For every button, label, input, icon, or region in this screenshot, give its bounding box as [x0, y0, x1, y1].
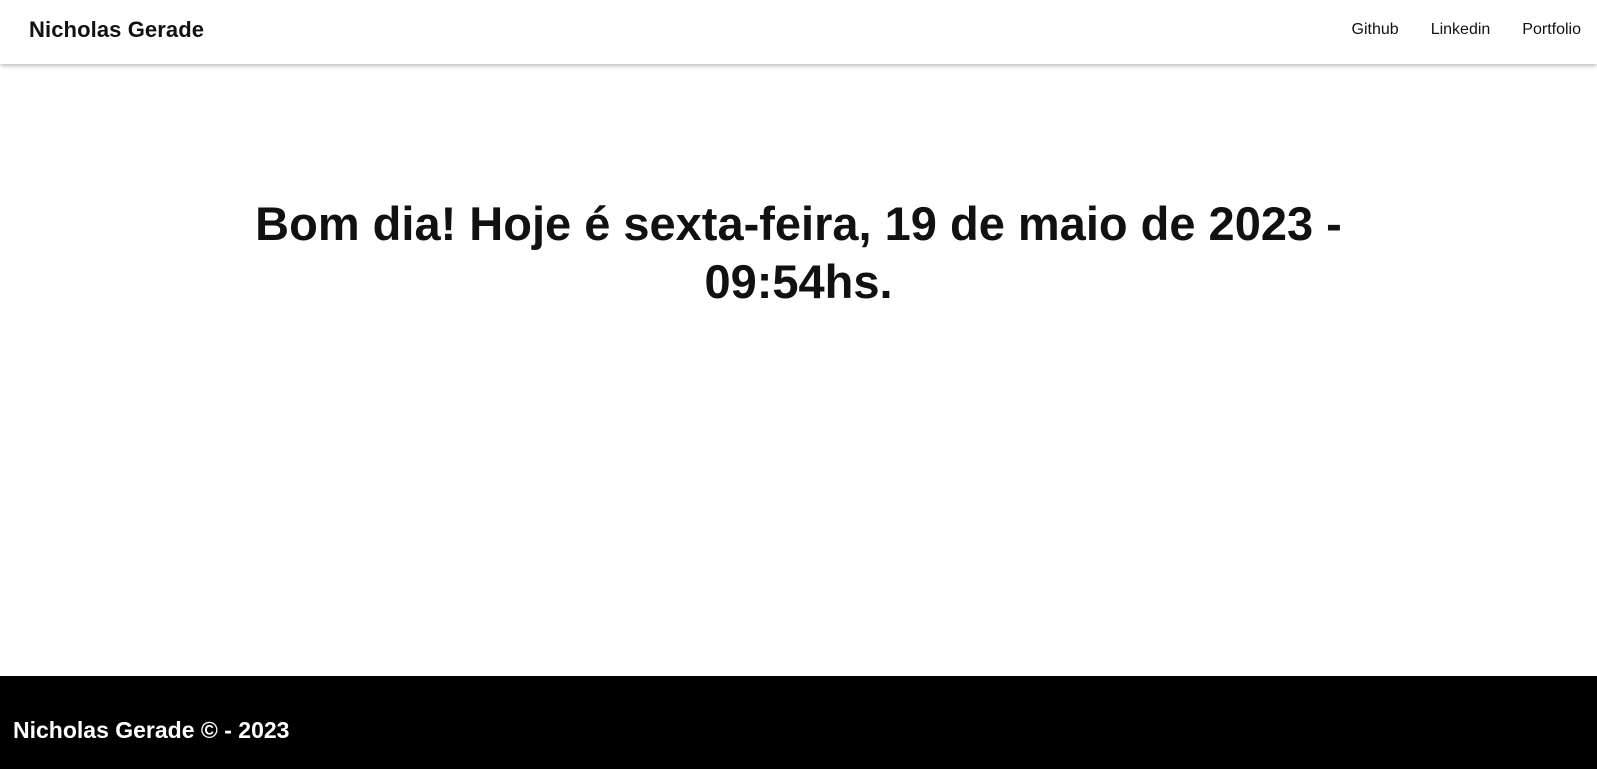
footer: Nicholas Gerade © - 2023 — [0, 676, 1597, 769]
footer-copyright: Nicholas Gerade © - 2023 — [13, 717, 290, 743]
page: Nicholas Gerade Github Linkedin Portfoli… — [0, 0, 1597, 769]
greeting-line-1: Bom dia! Hoje é sexta-feira, 19 de maio … — [255, 197, 1342, 250]
nav-links: Github Linkedin Portfolio — [1320, 20, 1581, 40]
greeting-line-2: 09:54hs. — [704, 255, 893, 308]
nav-link-linkedin[interactable]: Linkedin — [1431, 20, 1491, 40]
nav-link-github[interactable]: Github — [1352, 20, 1399, 40]
greeting-heading: Bom dia! Hoje é sexta-feira, 19 de maio … — [200, 195, 1397, 311]
nav-link-portfolio[interactable]: Portfolio — [1522, 20, 1581, 40]
top-navbar: Nicholas Gerade Github Linkedin Portfoli… — [0, 0, 1597, 64]
main-content: Bom dia! Hoje é sexta-feira, 19 de maio … — [0, 64, 1597, 676]
brand-link[interactable]: Nicholas Gerade — [29, 17, 204, 43]
